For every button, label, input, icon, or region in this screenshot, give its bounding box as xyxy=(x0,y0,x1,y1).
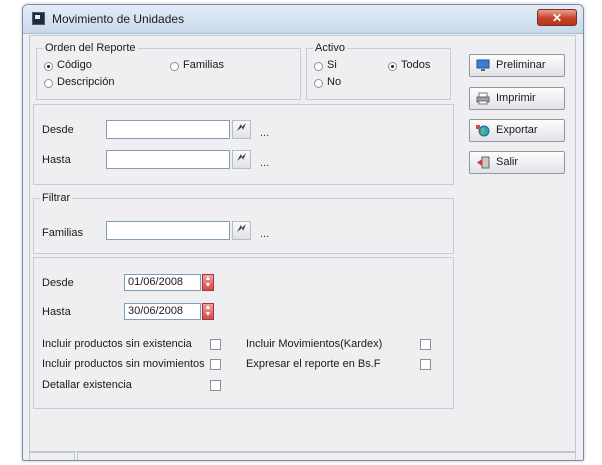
salir-button[interactable]: Salir xyxy=(469,151,565,174)
report-window: Movimiento de Unidades ✕ Orden del Repor… xyxy=(22,4,584,461)
lookup-icon xyxy=(237,153,246,161)
client-area: Orden del Reporte Código Familias Descri… xyxy=(29,35,576,452)
opt-detallar-existencia-checkbox[interactable] xyxy=(210,380,221,391)
activo-si-label[interactable]: Si xyxy=(327,59,337,71)
activo-legend: Activo xyxy=(313,42,347,54)
rango-desde-label: Desde xyxy=(42,124,74,136)
lookup-icon xyxy=(237,123,246,131)
filtrar-group: Filtrar Familias ... xyxy=(33,192,454,254)
salir-label: Salir xyxy=(496,156,519,168)
title-bar[interactable]: Movimiento de Unidades ✕ xyxy=(23,5,583,34)
filtrar-familias-lookup-button[interactable] xyxy=(232,221,251,240)
orden-codigo-radio[interactable] xyxy=(44,62,53,71)
imprimir-button[interactable]: Imprimir xyxy=(469,87,565,110)
fecha-hasta-label: Hasta xyxy=(42,306,71,318)
lookup-icon xyxy=(237,224,246,232)
filtrar-familias-ellipsis[interactable]: ... xyxy=(260,228,269,240)
app-icon xyxy=(32,12,45,25)
fecha-hasta-spinner[interactable]: ▲ ▼ xyxy=(202,303,214,320)
activo-no-label[interactable]: No xyxy=(327,76,341,88)
preliminar-button[interactable]: Preliminar xyxy=(469,54,565,77)
fecha-desde-spinner[interactable]: ▲ ▼ xyxy=(202,274,214,291)
close-button[interactable]: ✕ xyxy=(537,9,577,26)
activo-todos-radio[interactable] xyxy=(388,62,397,71)
filtrar-familias-input[interactable] xyxy=(106,221,230,240)
monitor-icon xyxy=(476,59,490,71)
orden-legend: Orden del Reporte xyxy=(43,42,138,54)
rango-desde-ellipsis[interactable]: ... xyxy=(260,127,269,139)
fecha-desde-input[interactable]: 01/06/2008 xyxy=(124,274,201,291)
opt-kardex-checkbox[interactable] xyxy=(420,339,431,350)
rango-desde-input[interactable] xyxy=(106,120,230,139)
printer-icon xyxy=(476,92,490,105)
exit-door-icon xyxy=(477,156,490,169)
orden-group: Orden del Reporte Código Familias Descri… xyxy=(36,42,301,100)
preliminar-label: Preliminar xyxy=(496,59,546,71)
status-pane-1 xyxy=(29,452,75,460)
exportar-button[interactable]: Exportar xyxy=(469,119,565,142)
opt-bsf-label: Expresar el reporte en Bs.F xyxy=(246,358,381,370)
status-bar xyxy=(29,452,576,460)
rango-hasta-lookup-button[interactable] xyxy=(232,150,251,169)
rango-hasta-label: Hasta xyxy=(42,154,71,166)
filtrar-legend: Filtrar xyxy=(40,192,73,204)
filtrar-familias-label: Familias xyxy=(42,227,83,239)
rango-desde-lookup-button[interactable] xyxy=(232,120,251,139)
opt-detallar-existencia-label: Detallar existencia xyxy=(42,379,132,391)
rango-hasta-input[interactable] xyxy=(106,150,230,169)
opt-sin-existencia-label: Incluir productos sin existencia xyxy=(42,338,192,350)
orden-descripcion-label[interactable]: Descripción xyxy=(57,76,114,88)
fecha-desde-label: Desde xyxy=(42,277,74,289)
activo-group: Activo Si Todos No xyxy=(306,42,451,100)
export-globe-icon xyxy=(476,125,490,137)
fechas-group: Desde 01/06/2008 ▲ ▼ Hasta 30/06/2008 ▲ ▼ … xyxy=(33,257,454,409)
orden-codigo-label[interactable]: Código xyxy=(57,59,92,71)
exportar-label: Exportar xyxy=(496,124,538,136)
activo-todos-label[interactable]: Todos xyxy=(401,59,430,71)
imprimir-label: Imprimir xyxy=(496,92,536,104)
opt-sin-movimientos-checkbox[interactable] xyxy=(210,359,221,370)
rango-group: Desde ... Hasta ... xyxy=(33,104,454,185)
status-pane-2 xyxy=(77,452,576,460)
orden-familias-label[interactable]: Familias xyxy=(183,59,224,71)
opt-sin-movimientos-label: Incluir productos sin movimientos xyxy=(42,358,205,370)
opt-bsf-checkbox[interactable] xyxy=(420,359,431,370)
fecha-hasta-input[interactable]: 30/06/2008 xyxy=(124,303,201,320)
activo-si-radio[interactable] xyxy=(314,62,323,71)
activo-no-radio[interactable] xyxy=(314,79,323,88)
opt-kardex-label: Incluir Movimientos(Kardex) xyxy=(246,338,383,350)
orden-familias-radio[interactable] xyxy=(170,62,179,71)
opt-sin-existencia-checkbox[interactable] xyxy=(210,339,221,350)
window-title: Movimiento de Unidades xyxy=(52,12,185,26)
orden-descripcion-radio[interactable] xyxy=(44,79,53,88)
rango-hasta-ellipsis[interactable]: ... xyxy=(260,157,269,169)
